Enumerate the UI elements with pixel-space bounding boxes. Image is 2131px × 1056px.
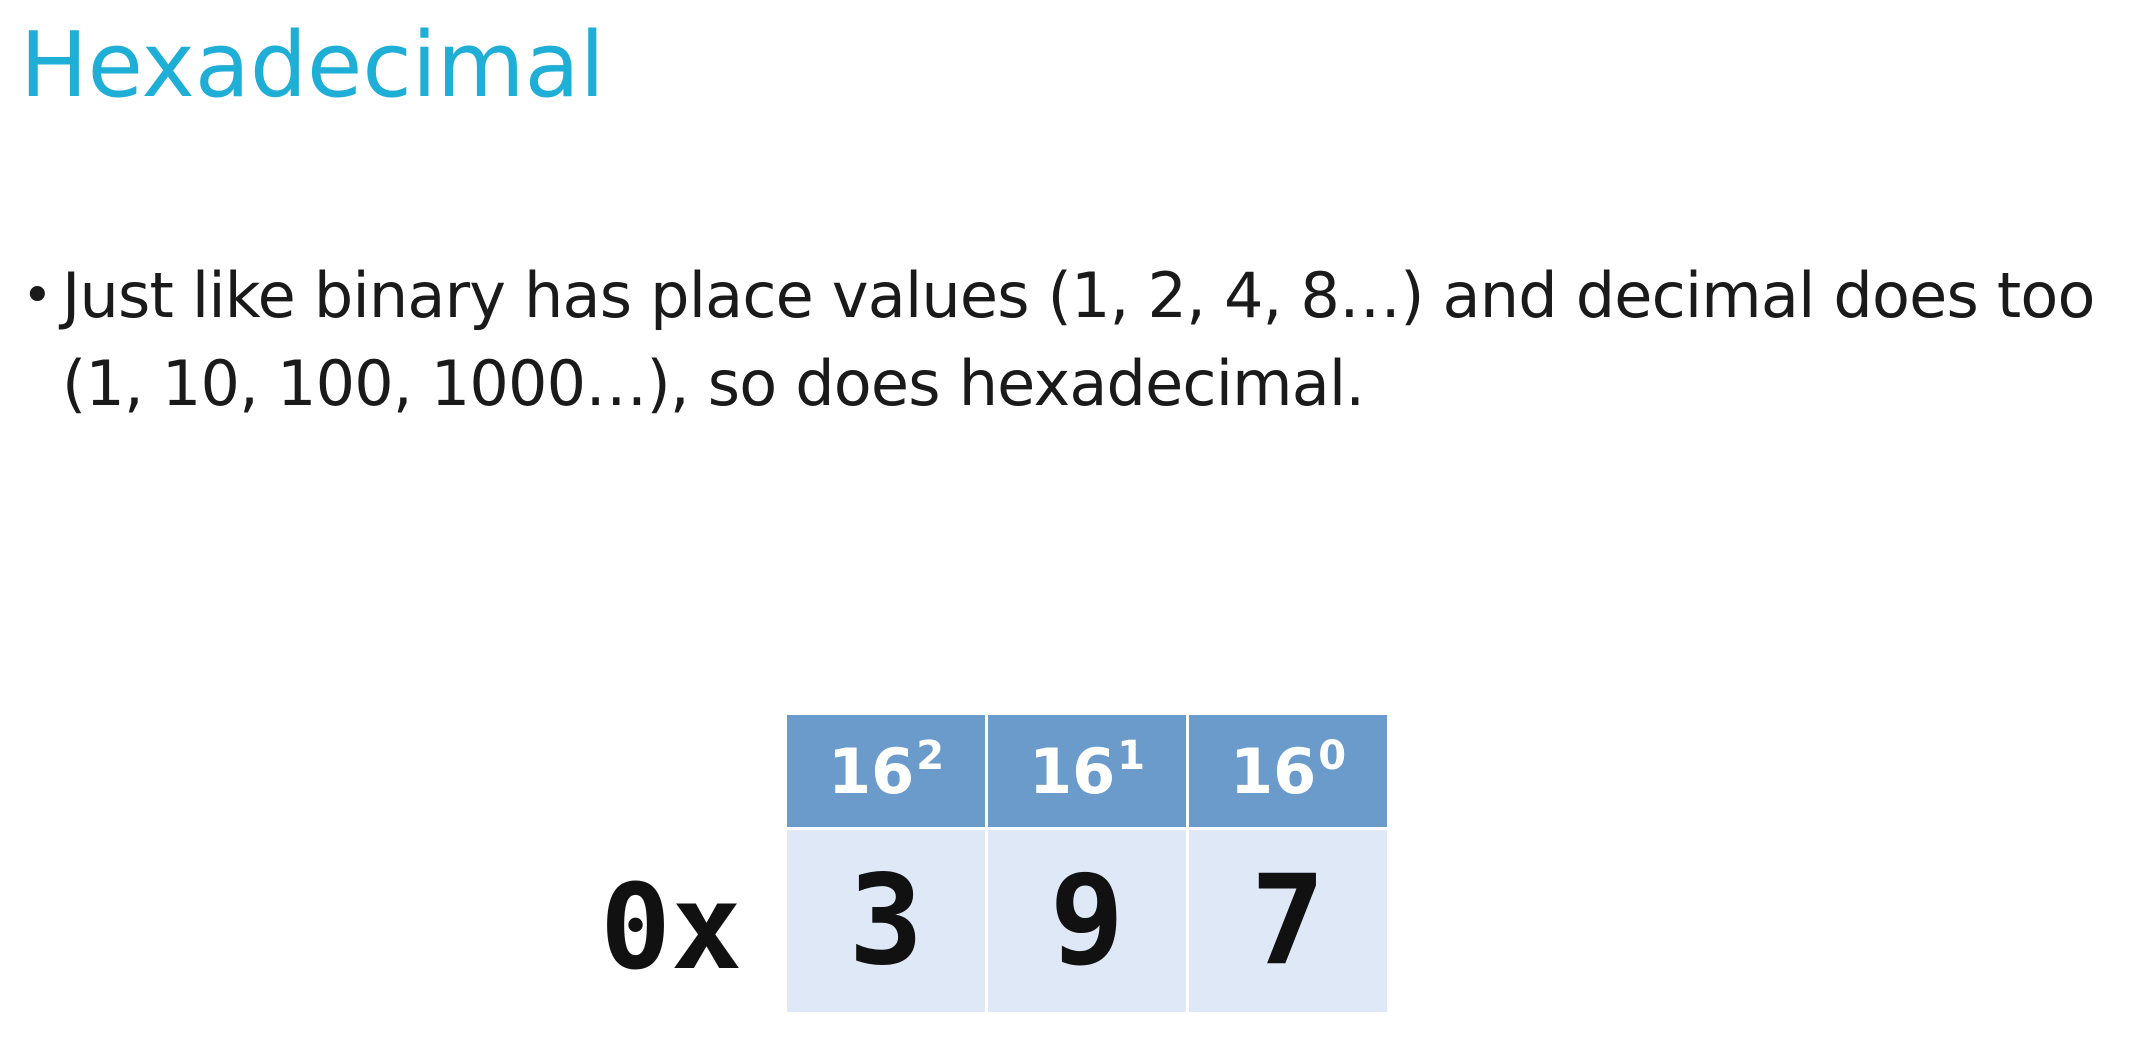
place-value-header-1: 161 bbox=[985, 712, 1189, 830]
bullet-text: Just like binary has place values (1, 2,… bbox=[62, 259, 2095, 420]
bullet-item: • Just like binary has place values (1, … bbox=[22, 252, 2122, 428]
place-exponent: 2 bbox=[916, 732, 945, 779]
digit-row: 3 9 7 bbox=[784, 827, 1390, 1015]
hex-prefix: 0x bbox=[600, 858, 743, 996]
digit-cell-1: 9 bbox=[985, 827, 1189, 1015]
place-base: 16 bbox=[1028, 734, 1116, 808]
place-exponent: 1 bbox=[1117, 732, 1146, 779]
bullet-dot: • bbox=[22, 266, 53, 326]
place-value-header-2: 162 bbox=[784, 712, 988, 830]
digit-cell-0: 7 bbox=[1186, 827, 1390, 1015]
digit-cell-2: 3 bbox=[784, 827, 988, 1015]
place-exponent: 0 bbox=[1318, 732, 1347, 779]
place-value-header-row: 162 161 160 bbox=[784, 712, 1390, 830]
place-base: 16 bbox=[1229, 734, 1317, 808]
place-value-table: 162 161 160 3 9 7 bbox=[784, 712, 1390, 1015]
place-value-header-0: 160 bbox=[1186, 712, 1390, 830]
slide-title: Hexadecimal bbox=[20, 13, 605, 118]
bullet-list: • Just like binary has place values (1, … bbox=[22, 252, 2122, 428]
place-base: 16 bbox=[827, 734, 915, 808]
